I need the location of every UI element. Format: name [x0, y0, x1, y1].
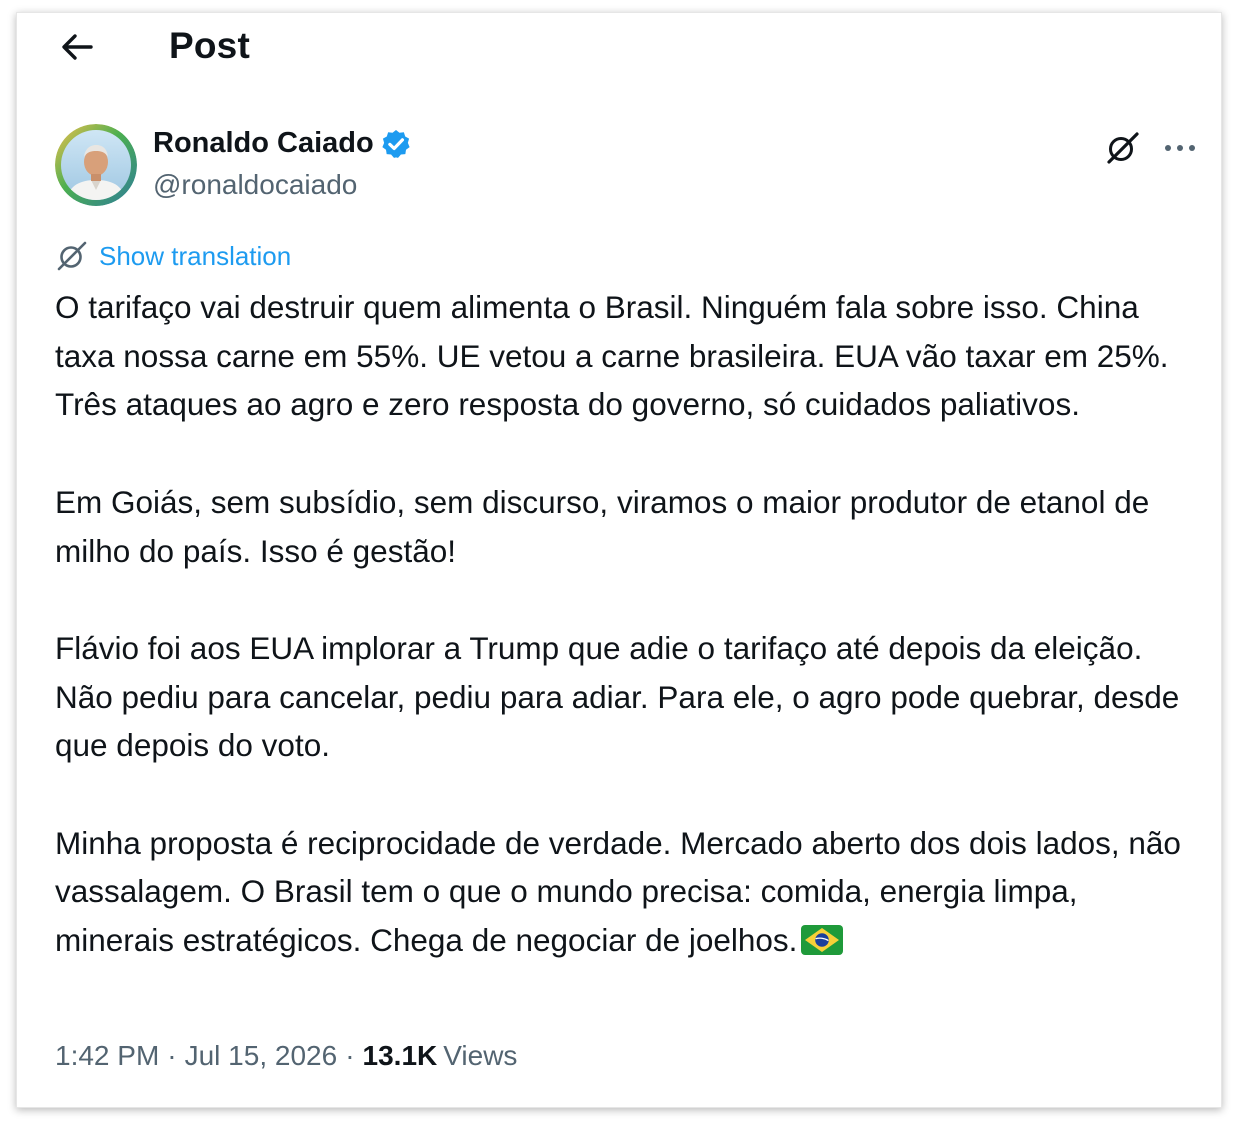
- back-button[interactable]: [57, 29, 97, 65]
- post-date[interactable]: Jul 15, 2026: [185, 1040, 338, 1072]
- verified-badge-icon: [382, 129, 410, 158]
- show-translation-link[interactable]: Show translation: [55, 239, 291, 273]
- post-text: O tarifaço vai destruir quem alimenta o …: [55, 283, 1205, 965]
- meta-separator: ·: [167, 1040, 177, 1071]
- post-card: Post Ronaldo Caiado @ronaldocaiado Show …: [16, 12, 1222, 1108]
- post-paragraph-4-container: Minha proposta é reciprocidade de verdad…: [55, 819, 1205, 965]
- avatar[interactable]: [55, 124, 137, 206]
- post-paragraph-4: Minha proposta é reciprocidade de verdad…: [55, 824, 1181, 959]
- post-paragraph-1: O tarifaço vai destruir quem alimenta o …: [55, 289, 1169, 423]
- more-options-button[interactable]: [1161, 130, 1199, 166]
- author-display-name[interactable]: Ronaldo Caiado: [153, 127, 374, 160]
- arrow-left-icon: [62, 34, 93, 60]
- page-title: Post: [169, 25, 250, 66]
- post-meta: 1:42 PM · Jul 15, 2026 · 13.1K Views: [55, 1040, 517, 1072]
- avatar-image: [55, 124, 137, 206]
- post-time[interactable]: 1:42 PM: [55, 1040, 159, 1072]
- show-translation-label: Show translation: [99, 240, 292, 271]
- post-paragraph-3: Flávio foi aos EUA implorar a Trump que …: [55, 629, 1180, 764]
- translate-icon: [57, 241, 87, 271]
- author-name-row: Ronaldo Caiado: [153, 127, 412, 160]
- grok-button[interactable]: [1105, 130, 1141, 166]
- more-horizontal-icon: [1165, 145, 1195, 151]
- post-paragraph-2: Em Goiás, sem subsídio, sem discurso, vi…: [55, 483, 1150, 569]
- post-header: Post: [17, 13, 1221, 79]
- grok-icon: [1107, 132, 1139, 164]
- views-count: 13.1K: [362, 1040, 438, 1071]
- brazil-flag-icon: [801, 925, 844, 956]
- views-label: Views: [443, 1040, 518, 1071]
- author-handle[interactable]: @ronaldocaiado: [153, 169, 357, 201]
- meta-separator: ·: [345, 1040, 355, 1071]
